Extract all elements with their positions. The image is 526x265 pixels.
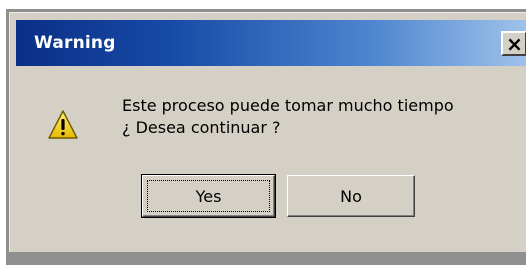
dialog-titlebar[interactable]: Warning ×	[16, 20, 526, 66]
close-button[interactable]: ×	[501, 31, 526, 56]
yes-button[interactable]: Yes	[141, 174, 276, 218]
warning-icon	[48, 110, 78, 139]
message-line-2: ¿ Desea continuar ?	[122, 118, 281, 137]
dialog-message: Este proceso puede tomar mucho tiempo ¿ …	[122, 95, 454, 139]
message-line-1: Este proceso puede tomar mucho tiempo	[122, 96, 454, 115]
no-button[interactable]: No	[287, 175, 415, 217]
no-button-label: No	[340, 186, 362, 206]
close-icon: ×	[506, 31, 523, 56]
yes-button-label: Yes	[147, 180, 270, 212]
dialog-title: Warning	[34, 33, 116, 53]
